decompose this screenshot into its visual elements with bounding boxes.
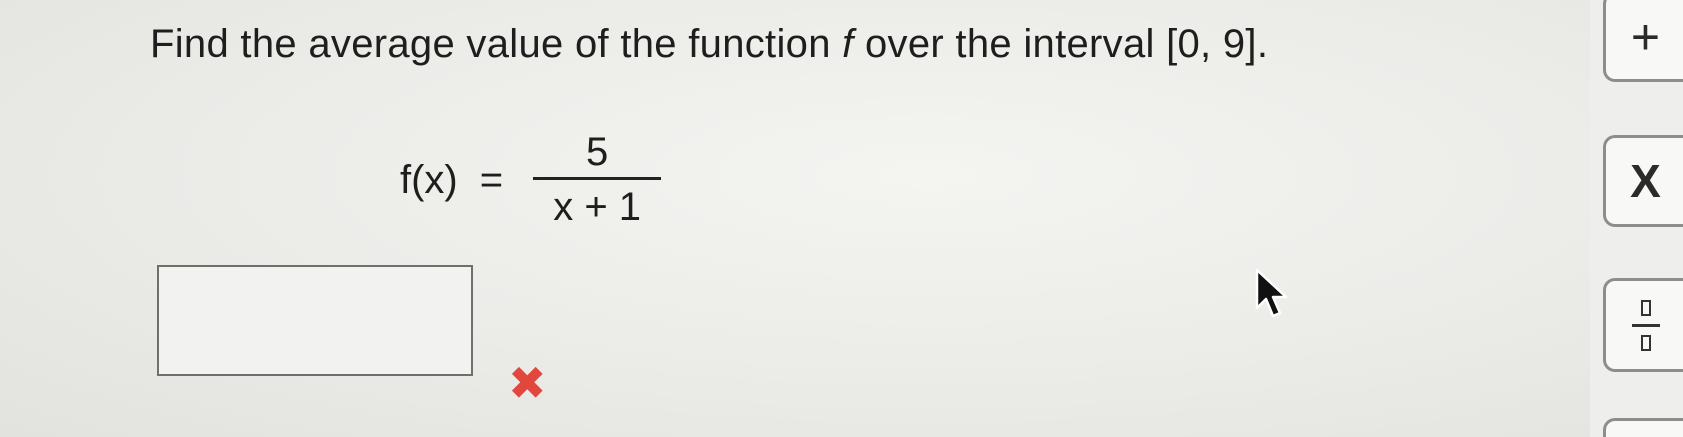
arrow-cursor-icon: [1255, 268, 1288, 318]
fraction-icon-numerator: [1640, 299, 1651, 316]
plus-button[interactable]: +: [1603, 0, 1683, 82]
problem-page: Find the average value of the function f…: [0, 0, 1683, 437]
formula-lhs: f(x): [400, 157, 458, 202]
function-name: f: [842, 22, 854, 66]
fraction-icon: [1631, 323, 1660, 327]
question-suffix: over the interval [0, 9].: [853, 22, 1269, 66]
formula-denominator: x + 1: [553, 184, 642, 229]
question-text: Find the average value of the function f…: [150, 22, 1268, 67]
fraction-icon-denominator: [1640, 334, 1651, 351]
fraction-button[interactable]: [1603, 278, 1683, 372]
function-formula: f(x) = 5 x + 1: [400, 120, 665, 240]
times-button[interactable]: X: [1603, 135, 1683, 227]
formula-equals: =: [479, 157, 504, 202]
formula-numerator: 5: [586, 129, 609, 174]
question-prefix: Find the average value of the function: [150, 22, 843, 66]
toolbar-button-partial[interactable]: [1603, 418, 1683, 437]
formula-fraction: 5 x + 1: [529, 127, 665, 234]
answer-input[interactable]: [157, 265, 473, 376]
incorrect-x-icon: ✖: [508, 357, 547, 409]
